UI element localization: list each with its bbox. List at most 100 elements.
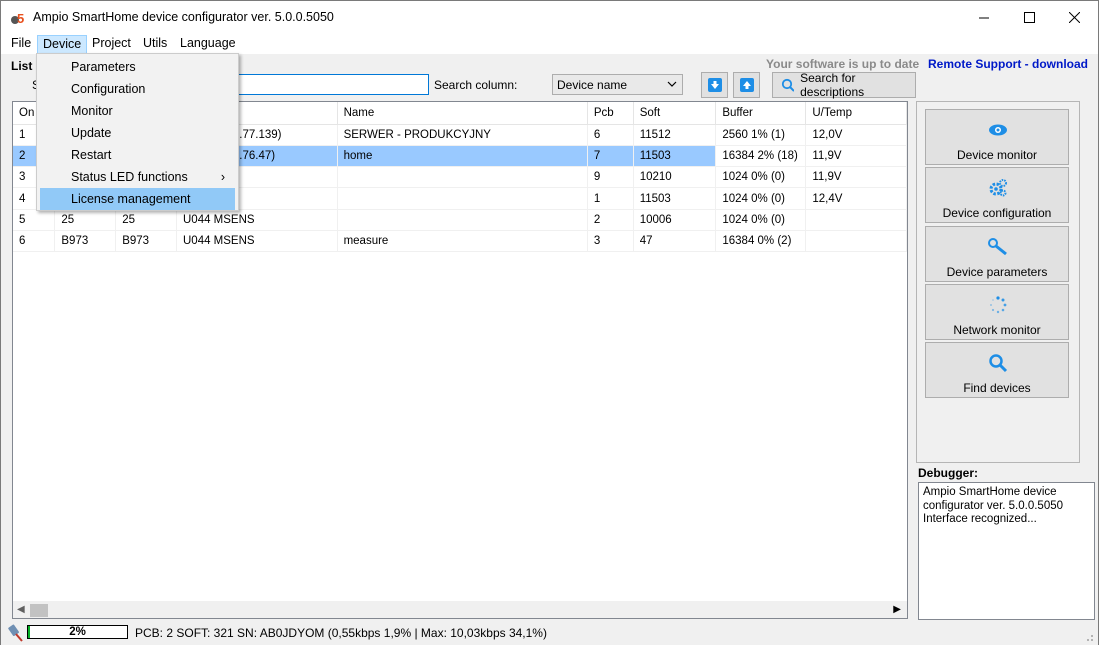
maximize-button[interactable] (1006, 1, 1052, 33)
table-cell: 5 (13, 209, 56, 231)
column-header[interactable]: Buffer (715, 102, 807, 125)
search-descriptions-button[interactable]: Search for descriptions (772, 71, 916, 99)
device-monitor-button[interactable]: Device monitor (925, 109, 1069, 165)
remote-support-link[interactable]: Remote Support - download (928, 57, 1088, 71)
table-cell: B973 (54, 230, 117, 253)
scroll-left-icon[interactable]: ◀ (17, 604, 25, 615)
table-row[interactable]: 6 B973 B973 U044 MSENS measure 3 47 1638… (13, 230, 907, 253)
spinner-icon (990, 296, 1007, 314)
find-devices-label: Find devices (963, 381, 1031, 395)
table-cell: U044 MSENS (176, 209, 338, 231)
column-header[interactable]: U/Temp (805, 102, 907, 125)
sort-down-button[interactable] (701, 72, 728, 98)
table-cell: 1024 0% (0) (715, 187, 807, 210)
horizontal-scrollbar[interactable]: ◀ ▶ (13, 601, 907, 618)
resize-grip-icon[interactable] (1084, 632, 1094, 642)
chevron-right-icon: › (220, 170, 225, 184)
table-cell: 12,4V (805, 187, 907, 210)
device-menu-dropdown: Parameters Configuration Monitor Update … (36, 53, 239, 211)
search-descriptions-label: Search for descriptions (800, 71, 865, 99)
menu-file[interactable]: File (6, 35, 36, 54)
app-window: 5 Ampio SmartHome device configurator ve… (0, 0, 1099, 645)
table-cell: 9 (587, 166, 634, 189)
table-cell: 25 (54, 209, 117, 231)
search-input[interactable] (231, 74, 429, 95)
scrollbar-thumb[interactable] (30, 604, 48, 617)
column-header[interactable]: Pcb (587, 102, 634, 125)
column-header[interactable]: Soft (633, 102, 717, 125)
arrow-up-icon (739, 78, 754, 92)
menu-utils[interactable]: Utils (138, 35, 172, 54)
table-cell: measure (337, 230, 588, 253)
menu-item-restart[interactable]: Restart (40, 144, 235, 166)
action-panel: Device monitor Device configuration Devi… (916, 101, 1080, 463)
table-cell: 11503 (633, 145, 717, 168)
menu-item-parameters[interactable]: Parameters (40, 56, 235, 78)
status-bar: 2% PCB: 2 SOFT: 321 SN: AB0JDYOM (0,55kb… (1, 621, 1098, 645)
search-column-select[interactable]: Device name (552, 74, 683, 95)
menu-item-monitor[interactable]: Monitor (40, 100, 235, 122)
debugger-line: configurator ver. 5.0.0.5050 (923, 499, 1064, 512)
eye-icon (989, 124, 1007, 136)
device-parameters-button[interactable]: Device parameters (925, 226, 1069, 282)
maximize-icon (1023, 11, 1035, 23)
table-cell: 11,9V (805, 166, 907, 189)
device-configuration-label: Device configuration (942, 206, 1052, 220)
status-text: PCB: 2 SOFT: 321 SN: AB0JDYOM (0,55kbps … (135, 626, 547, 640)
menu-device[interactable]: Device (37, 35, 88, 54)
table-cell: 16384 0% (2) (715, 230, 807, 253)
menu-item-configuration[interactable]: Configuration (40, 78, 235, 100)
table-cell (805, 230, 907, 253)
minimize-button[interactable] (961, 1, 1007, 33)
network-monitor-button[interactable]: Network monitor (925, 284, 1069, 340)
search-column-value: Device name (557, 78, 628, 92)
find-devices-button[interactable]: Find devices (925, 342, 1069, 398)
close-button[interactable] (1051, 1, 1097, 33)
column-header[interactable]: Name (337, 102, 588, 125)
debugger-line: Interface recognized... (923, 513, 1037, 525)
menu-item-status-led-functions[interactable]: Status LED functions › (40, 166, 235, 188)
table-cell: SERWER - PRODUKCYJNY (337, 124, 588, 146)
table-cell: 11512 (633, 124, 717, 146)
table-cell: home (337, 145, 588, 168)
table-cell: 1024 0% (0) (715, 166, 807, 189)
menu-language[interactable]: Language (175, 35, 241, 54)
minimize-icon (978, 17, 989, 18)
search-icon (781, 78, 795, 92)
menu-item-update[interactable]: Update (40, 122, 235, 144)
menu-item-label: Status LED functions (71, 170, 188, 184)
table-cell: 7 (587, 145, 634, 168)
table-row[interactable]: 5 25 25 U044 MSENS 2 10006 1024 0% (0) (13, 209, 907, 231)
progress-fill (28, 626, 30, 638)
table-cell (805, 209, 907, 231)
table-cell: 6 (13, 230, 56, 253)
table-cell (337, 187, 588, 210)
debugger-output[interactable]: Ampio SmartHome device configurator ver.… (918, 482, 1095, 620)
table-cell (337, 166, 588, 189)
table-cell: 10210 (633, 166, 717, 189)
gears-icon (989, 179, 1007, 197)
menu-project[interactable]: Project (87, 35, 136, 54)
arrow-down-icon (707, 78, 722, 92)
table-cell: 16384 2% (18) (715, 145, 807, 168)
device-monitor-label: Device monitor (956, 148, 1038, 162)
table-cell: 47 (633, 230, 717, 253)
menu-item-license-management[interactable]: License management (40, 188, 235, 210)
scroll-right-icon[interactable]: ▶ (893, 604, 901, 615)
table-cell (337, 209, 588, 231)
table-cell: 10006 (633, 209, 717, 231)
device-parameters-label: Device parameters (946, 265, 1048, 279)
window-title: Ampio SmartHome device configurator ver.… (33, 10, 334, 24)
transfer-progress-bar: 2% (27, 625, 128, 639)
table-cell: 11,9V (805, 145, 907, 168)
device-configuration-button[interactable]: Device configuration (925, 167, 1069, 223)
app-logo-icon: 5 (11, 11, 24, 26)
table-cell: 6 (587, 124, 634, 146)
table-cell: 2 (587, 209, 634, 231)
sort-up-button[interactable] (733, 72, 760, 98)
table-cell: 3 (587, 230, 634, 253)
chevron-down-icon (667, 81, 677, 87)
update-status: Your software is up to date (766, 57, 920, 71)
search-column-label: Search column: (434, 78, 518, 92)
table-cell: 1024 0% (0) (715, 209, 807, 231)
